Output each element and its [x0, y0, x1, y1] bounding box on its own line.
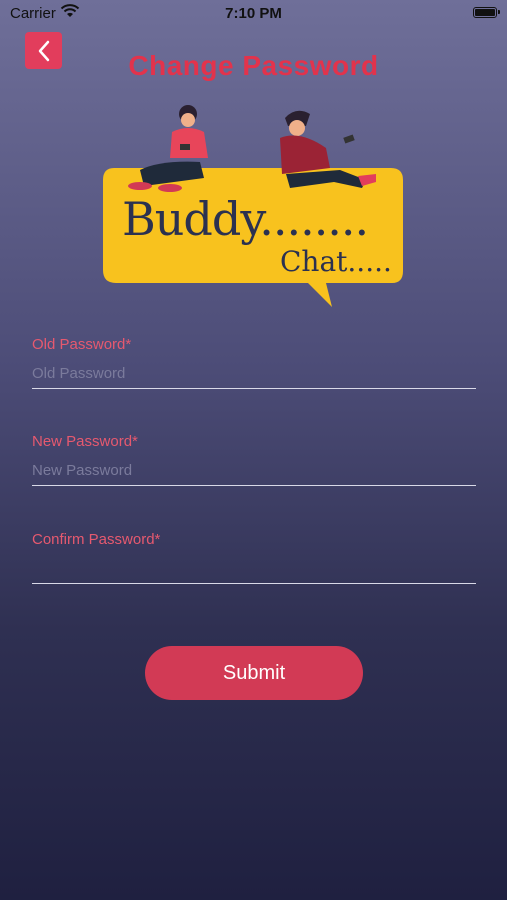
- submit-button[interactable]: Submit: [145, 646, 363, 700]
- page-title: Change Password: [128, 50, 379, 81]
- new-password-label: New Password*: [32, 433, 138, 450]
- status-bar: Carrier 7:10 PM: [0, 0, 507, 28]
- status-time: 7:10 PM: [225, 5, 282, 22]
- new-password-field: New Password*: [32, 433, 476, 486]
- logo-text-buddy: Buddy........: [122, 192, 369, 246]
- confirm-password-input[interactable]: [32, 554, 476, 584]
- buddy-chat-logo: Buddy........ Chat.....: [100, 100, 410, 315]
- old-password-field: Old Password*: [32, 336, 476, 389]
- confirm-password-field: Confirm Password*: [32, 531, 476, 584]
- new-password-input[interactable]: [32, 456, 476, 486]
- battery-icon: [473, 7, 500, 18]
- old-password-input[interactable]: [32, 359, 476, 389]
- logo-text-chat: Chat.....: [280, 245, 392, 278]
- old-password-label: Old Password*: [32, 336, 132, 353]
- confirm-password-label: Confirm Password*: [32, 531, 161, 548]
